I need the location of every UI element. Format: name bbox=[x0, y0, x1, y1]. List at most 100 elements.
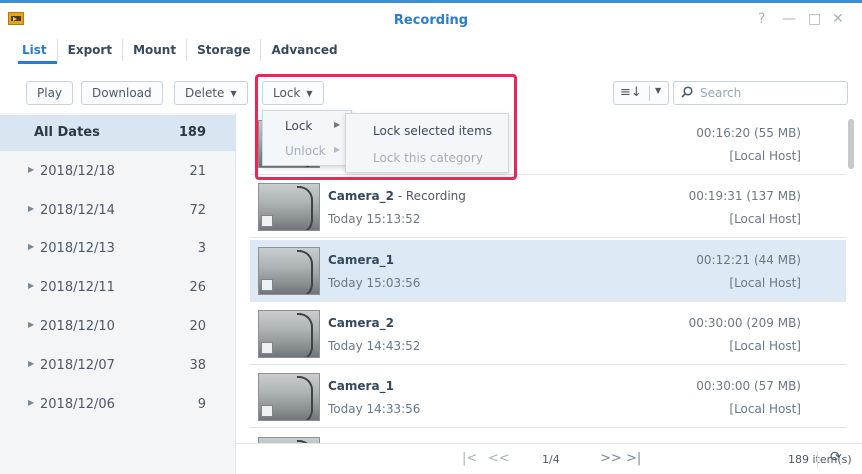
recording-item-partial[interactable] bbox=[250, 430, 846, 443]
date-label: 2018/12/14 bbox=[40, 203, 115, 218]
list-scrollbar[interactable] bbox=[848, 119, 854, 169]
download-button[interactable]: Download bbox=[81, 81, 163, 105]
recording-thumbnail bbox=[258, 247, 320, 295]
recording-item[interactable]: Camera_1 Today 15:03:56 00:12:21 (44 MB)… bbox=[250, 240, 846, 302]
expand-icon[interactable]: ▶ bbox=[28, 359, 34, 368]
tab-bar: List Export Mount Storage Advanced bbox=[18, 39, 348, 65]
play-button[interactable]: Play bbox=[26, 81, 74, 105]
submenu-arrow-icon: ▶ bbox=[334, 120, 341, 129]
recording-item[interactable]: Camera_2 - Recording Today 15:13:52 00:1… bbox=[250, 176, 846, 238]
minimize-icon[interactable]: — bbox=[782, 11, 796, 27]
camera-name: Camera_1 bbox=[328, 253, 394, 267]
recording-duration: 00:12:21 (44 MB) bbox=[696, 253, 801, 267]
recording-item[interactable]: Camera_1 Today 14:33:56 00:30:00 (57 MB)… bbox=[250, 366, 846, 428]
date-item[interactable]: ▶ 2018/12/14 72 bbox=[0, 193, 236, 229]
select-checkbox[interactable] bbox=[261, 405, 273, 417]
date-item[interactable]: ▶ 2018/12/07 38 bbox=[0, 348, 236, 384]
tab-storage[interactable]: Storage bbox=[186, 39, 260, 61]
close-icon[interactable]: ✕ bbox=[832, 11, 844, 27]
expand-icon[interactable]: ▶ bbox=[28, 398, 34, 407]
refresh-icon[interactable]: ⟳ bbox=[830, 449, 842, 465]
next-page-button[interactable]: >> bbox=[600, 451, 622, 466]
date-label: 2018/12/11 bbox=[40, 280, 115, 295]
page-indicator: 1/4 bbox=[542, 453, 560, 466]
date-label: 2018/12/07 bbox=[40, 358, 115, 373]
lock-button-label: Lock bbox=[273, 86, 301, 100]
download-button-label: Download bbox=[92, 86, 152, 100]
date-count: 20 bbox=[189, 319, 206, 334]
search-box[interactable] bbox=[673, 81, 848, 105]
select-checkbox[interactable] bbox=[261, 342, 273, 354]
expand-icon[interactable]: ▶ bbox=[28, 165, 34, 174]
expand-icon[interactable]: ▶ bbox=[28, 320, 34, 329]
date-label: All Dates bbox=[34, 125, 100, 140]
camera-name: Camera_2 bbox=[328, 316, 394, 330]
chevron-down-icon: ▼ bbox=[306, 88, 313, 98]
menu-item-lock-selected[interactable]: Lock selected items bbox=[346, 118, 508, 144]
date-item[interactable]: ▶ 2018/12/18 21 bbox=[0, 154, 236, 190]
help-icon[interactable]: ? bbox=[758, 11, 765, 27]
delete-button[interactable]: Delete ▼ bbox=[174, 81, 248, 105]
recording-duration: 00:30:00 (209 MB) bbox=[688, 316, 801, 330]
lock-dropdown-menu: Lock ▶ Unlock ▶ bbox=[262, 110, 352, 166]
date-filter-pane: All Dates 189 ▶ 2018/12/18 21 ▶ 2018/12/… bbox=[0, 113, 236, 474]
date-item[interactable]: ▶ 2018/12/13 3 bbox=[0, 231, 236, 267]
date-label: 2018/12/10 bbox=[40, 319, 115, 334]
recording-host: [Local Host] bbox=[729, 402, 801, 416]
sort-button[interactable]: ≡↓ ▼ bbox=[613, 81, 669, 105]
recording-duration: 00:19:31 (137 MB) bbox=[688, 189, 801, 203]
last-page-button[interactable]: >| bbox=[626, 451, 641, 466]
lock-button[interactable]: Lock ▼ bbox=[262, 81, 324, 105]
menu-item-label: Lock this category bbox=[373, 151, 483, 165]
recording-thumbnail bbox=[258, 183, 320, 231]
tab-export[interactable]: Export bbox=[56, 39, 122, 61]
menu-item-label: Unlock bbox=[285, 144, 326, 158]
delete-button-label: Delete bbox=[185, 86, 225, 100]
search-input[interactable] bbox=[700, 85, 840, 101]
recording-thumbnail bbox=[258, 373, 320, 421]
menu-item-lock[interactable]: Lock ▶ bbox=[263, 114, 351, 138]
footer-divider bbox=[817, 451, 818, 469]
chevron-down-icon: ▼ bbox=[655, 86, 662, 95]
menu-item-unlock[interactable]: Unlock ▶ bbox=[263, 139, 351, 163]
title-bar: Recording ? — □ ✕ bbox=[0, 6, 862, 36]
date-count: 21 bbox=[189, 164, 206, 179]
date-item[interactable]: ▶ 2018/12/11 26 bbox=[0, 270, 236, 306]
select-checkbox[interactable] bbox=[261, 279, 273, 291]
menu-item-lock-category[interactable]: Lock this category bbox=[346, 145, 508, 171]
recording-time: Today 14:33:56 bbox=[328, 402, 421, 416]
date-count: 72 bbox=[189, 203, 206, 218]
expand-icon[interactable]: ▶ bbox=[28, 242, 34, 251]
first-page-button[interactable]: |< bbox=[462, 451, 477, 466]
date-item[interactable]: ▶ 2018/12/06 9 bbox=[0, 387, 236, 423]
recording-window: Recording ? — □ ✕ List Export Mount Stor… bbox=[0, 0, 862, 474]
date-count: 38 bbox=[189, 358, 206, 373]
date-label: 2018/12/06 bbox=[40, 397, 115, 412]
recording-time: Today 15:03:56 bbox=[328, 276, 421, 290]
submenu-arrow-icon: ▶ bbox=[334, 145, 341, 154]
select-checkbox[interactable] bbox=[261, 215, 273, 227]
window-title: Recording bbox=[393, 13, 469, 28]
prev-page-button[interactable]: << bbox=[488, 451, 510, 466]
date-label: 2018/12/13 bbox=[40, 241, 115, 256]
tab-list[interactable]: List bbox=[18, 39, 57, 64]
recording-duration: 00:16:20 (55 MB) bbox=[696, 126, 801, 140]
maximize-icon[interactable]: □ bbox=[808, 11, 821, 27]
recording-host: [Local Host] bbox=[729, 212, 801, 226]
date-item-all[interactable]: All Dates 189 bbox=[0, 115, 236, 151]
menu-item-label: Lock selected items bbox=[373, 124, 493, 138]
tab-advanced[interactable]: Advanced bbox=[260, 39, 347, 61]
date-count: 3 bbox=[197, 241, 206, 256]
date-item[interactable]: ▶ 2018/12/10 20 bbox=[0, 309, 236, 345]
recording-host: [Local Host] bbox=[729, 276, 801, 290]
expand-icon[interactable]: ▶ bbox=[28, 204, 34, 213]
tab-mount[interactable]: Mount bbox=[122, 39, 186, 61]
expand-icon[interactable]: ▶ bbox=[28, 281, 34, 290]
recording-time: Today 14:43:52 bbox=[328, 339, 421, 353]
sort-icon: ≡↓ bbox=[620, 85, 642, 100]
recording-item[interactable]: Camera_2 Today 14:43:52 00:30:00 (209 MB… bbox=[250, 303, 846, 365]
date-count: 189 bbox=[178, 125, 206, 140]
play-button-label: Play bbox=[37, 86, 63, 100]
date-count: 9 bbox=[197, 397, 206, 412]
lock-submenu: Lock selected items Lock this category bbox=[345, 113, 509, 173]
